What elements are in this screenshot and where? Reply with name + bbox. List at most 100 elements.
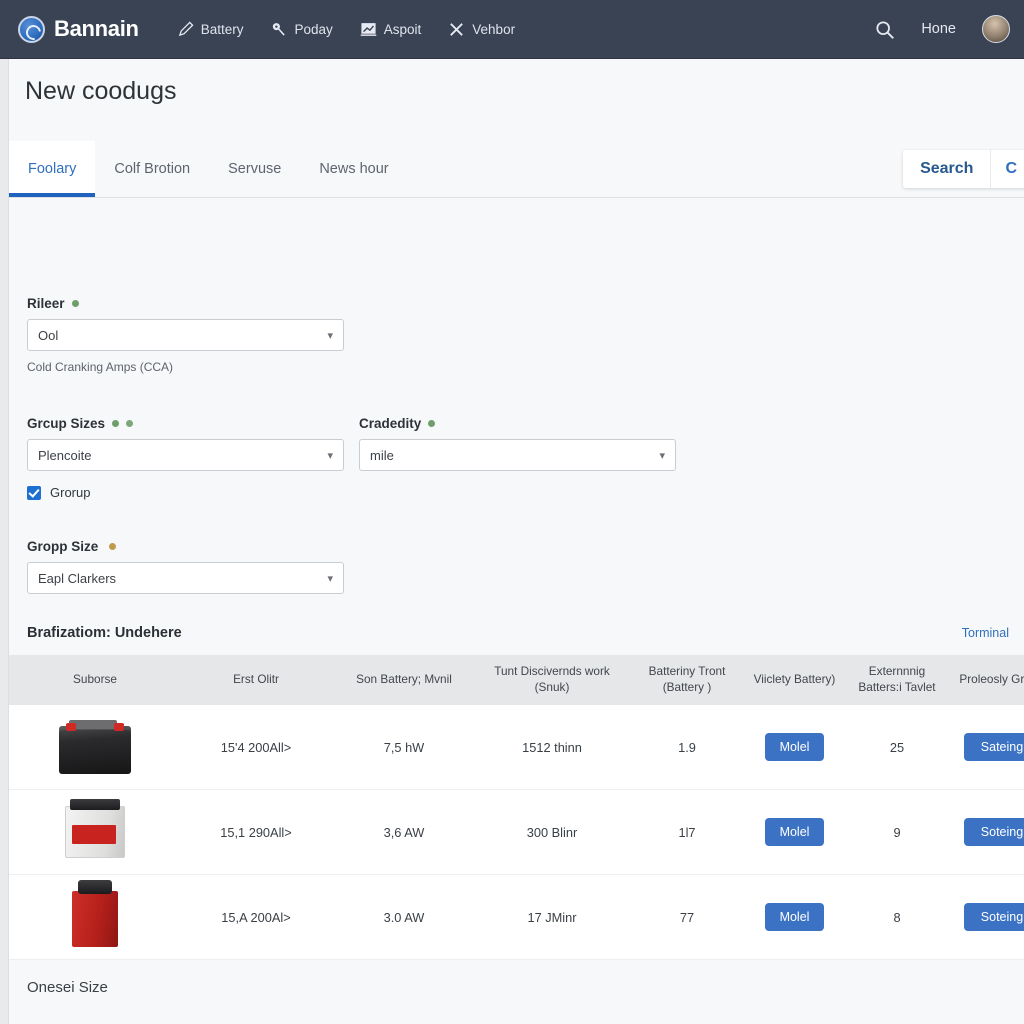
status-dot-icon (109, 543, 117, 550)
cell-tunt-discivernds: 300 Blinr (526, 824, 578, 840)
results-section: Brafizatiom: Undehere Torminal Suborse E… (9, 625, 1024, 960)
status-dot-icon (71, 300, 79, 307)
search-box: Search C (903, 150, 1024, 188)
status-dot-icon (428, 420, 436, 427)
chevron-down-icon: ▾ (327, 329, 333, 342)
field-rileer: Rileer Ool ▾ Cold Cranking Amps (CCA) (27, 296, 344, 374)
soteing-button[interactable]: Sateing (963, 733, 1024, 762)
cell-son-battery: 7,5 hW (383, 739, 425, 755)
cell-externnnig-batters: 9 (893, 824, 901, 840)
nav-item-vehbor[interactable]: Vehbor (448, 21, 515, 38)
field-label-group-sizes: Grcup Sizes (27, 416, 344, 431)
col-header-externnnig-batters[interactable]: Externnnig Batters:i Tavlet (842, 655, 952, 705)
nav-link-home[interactable]: Hone (921, 21, 956, 37)
field-label-text: Gropp Size (27, 539, 99, 554)
group-checkbox[interactable] (27, 485, 41, 500)
col-header-erst-olitr[interactable]: Erst Olitr (181, 655, 331, 705)
chevron-down-icon: ▾ (327, 572, 333, 585)
cradedity-select[interactable]: mile ▾ (359, 439, 676, 471)
key-icon (273, 22, 286, 36)
results-title: Brafizatiom: Undehere (27, 625, 182, 641)
group-sizes-select-value: Plencoite (38, 447, 92, 463)
field-cradedity: Cradedity mile ▾ (359, 416, 676, 471)
cradedity-select-value: mile (370, 447, 394, 463)
molel-button[interactable]: Molel (764, 733, 825, 762)
field-label-cradedity: Cradedity (359, 416, 676, 431)
nav-item-aspoit[interactable]: Aspoit (360, 21, 421, 38)
page-title: New coodugs (25, 77, 177, 105)
brand-logo[interactable]: Bannain (18, 15, 139, 43)
col-header-batteriny-tront[interactable]: Batteriny Tront (Battery ) (627, 655, 747, 705)
search-more-button[interactable]: C (990, 150, 1024, 188)
rileer-select-value: Ool (38, 327, 59, 343)
nav-items: Battery Poday Aspoit Vehbor (177, 21, 515, 38)
chevron-down-icon: ▾ (327, 449, 333, 462)
avatar[interactable] (982, 15, 1010, 43)
molel-button[interactable]: Molel (764, 903, 825, 932)
table-row[interactable]: 15'4 200All> 7,5 hW 1512 thinn 1.9 Molel… (9, 704, 1024, 790)
rileer-select[interactable]: Ool ▾ (27, 319, 344, 351)
circle-logo-icon (18, 15, 45, 43)
nav-item-label: Poday (294, 21, 333, 37)
top-navigation-bar: Bannain Battery Poday Aspoit Vehbor Hone (0, 0, 1024, 59)
cell-externnnig-batters: 25 (889, 739, 905, 755)
pencil-icon (178, 21, 194, 36)
cell-batteriny-tront: 1.9 (678, 739, 696, 755)
brand-name: Bannain (54, 16, 139, 41)
presentation-chart-icon (360, 22, 377, 36)
soteing-button[interactable]: Soteing (963, 903, 1024, 932)
table-header-row: Suborse Erst Olitr Son Battery; Mvnil Tu… (9, 655, 1024, 705)
status-dot-secondary-icon (126, 420, 134, 427)
table-head: Suborse Erst Olitr Son Battery; Mvnil Tu… (9, 655, 1024, 705)
row-thumbnail-cell (9, 790, 181, 875)
cell-tunt-discivernds: 1512 thinn (522, 739, 582, 755)
search-icon[interactable] (874, 19, 895, 40)
status-dot-icon (112, 420, 120, 427)
tab-bar: Foolary Colf Brotion Servuse News hour S… (9, 140, 1024, 198)
table-row[interactable]: 15,A 200Al> 3.0 AW 17 JMinr 77 Molel 8 S… (9, 874, 1024, 960)
table-row[interactable]: 15,1 290All> 3,6 AW 300 Blinr 1l7 Molel … (9, 789, 1024, 875)
col-header-viiclety-battery[interactable]: Viiclety Battery) (747, 655, 842, 705)
gropp-size-select-value: Eapl Clarkers (38, 570, 117, 586)
field-label-text: Grcup Sizes (27, 416, 106, 431)
molel-button[interactable]: Molel (764, 818, 825, 847)
group-sizes-select[interactable]: Plencoite ▾ (27, 439, 344, 471)
soteing-button[interactable]: Soteing (963, 818, 1024, 847)
group-checkbox-row[interactable]: Grorup (27, 485, 344, 500)
col-header-proleosly-grod[interactable]: Proleosly Grod ( (952, 655, 1024, 705)
field-label-text: Cradedity (359, 416, 422, 431)
app-root: Bannain Battery Poday Aspoit Vehbor Hone… (0, 0, 1024, 1024)
cell-tunt-discivernds: 17 JMinr (527, 909, 577, 925)
terminal-link[interactable]: Torminal (962, 626, 1009, 640)
cell-erst-olitr: 15'4 200All> (220, 739, 292, 755)
nav-item-battery[interactable]: Battery (177, 21, 243, 38)
col-header-son-battery[interactable]: Son Battery; Mvnil (331, 655, 477, 705)
tab-label: News hour (319, 161, 389, 177)
field-label-gropp-size: Gropp Size (27, 539, 344, 554)
row-thumbnail-cell (9, 705, 181, 790)
cell-erst-olitr: 15,1 290All> (220, 824, 292, 840)
tab-foolary[interactable]: Foolary (9, 141, 96, 197)
field-label-text: Rileer (27, 296, 65, 311)
nav-right-group: Hone (874, 15, 1024, 43)
tab-news-hour[interactable]: News hour (300, 141, 407, 197)
results-header: Brafizatiom: Undehere Torminal (9, 625, 1024, 655)
table-body: 15'4 200All> 7,5 hW 1512 thinn 1.9 Molel… (9, 704, 1024, 960)
row-thumbnail-cell (9, 875, 181, 960)
gropp-size-select[interactable]: Eapl Clarkers ▾ (27, 562, 344, 594)
cell-son-battery: 3.0 AW (383, 909, 425, 925)
field-gropp-size: Gropp Size Eapl Clarkers ▾ (27, 539, 344, 594)
tab-colf-brotion[interactable]: Colf Brotion (95, 141, 209, 197)
cell-batteriny-tront: 77 (679, 909, 695, 925)
col-header-tunt-discivernds[interactable]: Tunt Discivernds work (Snuk) (477, 655, 627, 705)
search-button[interactable]: Search (903, 150, 990, 188)
tab-label: Foolary (28, 161, 77, 177)
nav-item-poday[interactable]: Poday (270, 21, 333, 38)
cell-son-battery: 3,6 AW (383, 824, 425, 840)
cell-viiclety-battery: Molel (747, 875, 842, 960)
cell-batteriny-tront: 1l7 (678, 824, 696, 840)
col-header-suborse[interactable]: Suborse (9, 655, 181, 705)
cell-proleosly-grod: Soteing (952, 875, 1024, 960)
footer-text: Onesei Size (27, 979, 108, 996)
tab-servuse[interactable]: Servuse (209, 141, 300, 197)
